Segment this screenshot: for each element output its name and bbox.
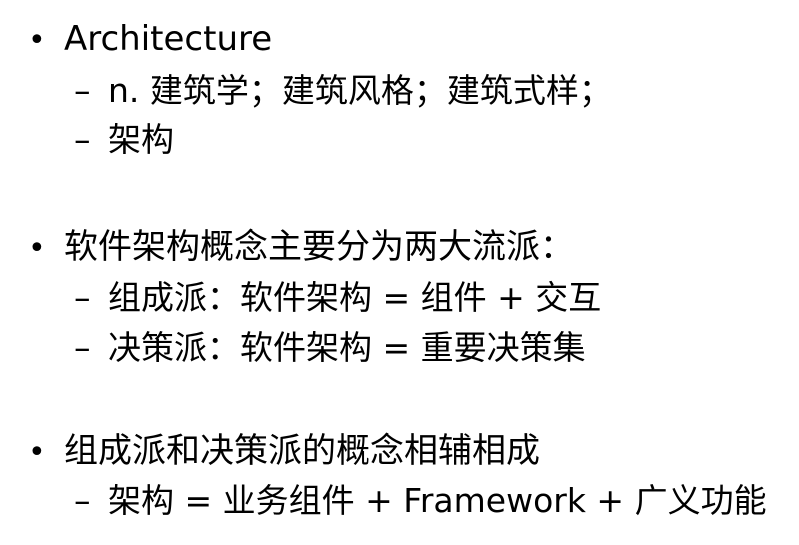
slide: • Architecture – n. 建筑学；建筑风格；建筑式样； – 架构 • 软件… bbox=[0, 0, 799, 545]
sub-item-text: 组成派：软件架构 = 组件 + 交互 bbox=[108, 278, 602, 317]
bullet-dot: • bbox=[28, 231, 46, 266]
bullet-dot: • bbox=[28, 23, 46, 58]
sub-item-text: 架构 bbox=[108, 120, 174, 159]
sub-item-text: 决策派：软件架构 = 重要决策集 bbox=[108, 328, 586, 367]
bullet-dot: • bbox=[28, 435, 46, 470]
dash-marker: – bbox=[74, 120, 91, 159]
sub-item-text: n. 建筑学；建筑风格；建筑式样； bbox=[108, 71, 612, 110]
sub-item-architecture-formula: – 架构 = 业务组件 + Framework + 广义功能 bbox=[74, 484, 767, 517]
sub-item-text: 架构 = 业务组件 + Framework + 广义功能 bbox=[108, 481, 767, 520]
sub-item-composition-school: – 组成派：软件架构 = 组件 + 交互 bbox=[74, 281, 601, 314]
dash-marker: – bbox=[74, 278, 91, 317]
bullet-text: 软件架构概念主要分为两大流派： bbox=[64, 227, 574, 267]
dash-marker: – bbox=[74, 328, 91, 367]
bullet-architecture: • Architecture bbox=[28, 22, 272, 56]
sub-item-decision-school: – 决策派：软件架构 = 重要决策集 bbox=[74, 331, 586, 364]
sub-item-definition: – n. 建筑学；建筑风格；建筑式样； bbox=[74, 74, 612, 107]
bullet-text: 组成派和决策派的概念相辅相成 bbox=[64, 431, 540, 471]
dash-marker: – bbox=[74, 481, 91, 520]
bullet-schools: • 软件架构概念主要分为两大流派： bbox=[28, 230, 574, 264]
dash-marker: – bbox=[74, 71, 91, 110]
bullet-text: Architecture bbox=[64, 19, 273, 59]
sub-item-architecture-cn: – 架构 bbox=[74, 123, 174, 156]
bullet-complementary: • 组成派和决策派的概念相辅相成 bbox=[28, 434, 540, 468]
